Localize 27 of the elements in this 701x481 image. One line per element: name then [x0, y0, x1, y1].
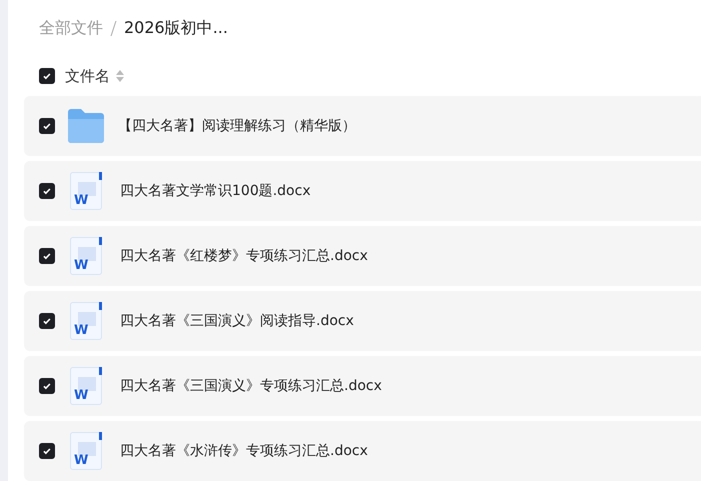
file-name[interactable]: 四大名著《三国演义》阅读指导.docx — [120, 312, 354, 330]
word-document-icon: W — [70, 367, 102, 405]
file-row[interactable]: W 四大名著《三国演义》阅读指导.docx — [24, 291, 701, 351]
file-row[interactable]: W 四大名著《三国演义》专项练习汇总.docx — [24, 356, 701, 416]
word-document-icon: W — [70, 172, 102, 210]
breadcrumb-item: 2026版初中... — [124, 18, 228, 38]
select-all-checkbox[interactable] — [39, 68, 55, 84]
checkbox[interactable] — [39, 183, 55, 199]
word-document-icon: W — [70, 302, 102, 340]
file-name[interactable]: 【四大名著】阅读理解练习（精华版） — [118, 117, 356, 135]
checkbox[interactable] — [39, 248, 55, 264]
folder-icon — [68, 109, 104, 143]
word-document-icon: W — [70, 237, 102, 275]
file-row[interactable]: 【四大名著】阅读理解练习（精华版） — [24, 96, 701, 156]
checkbox[interactable] — [39, 313, 55, 329]
word-document-icon: W — [70, 432, 102, 470]
file-name[interactable]: 四大名著《三国演义》专项练习汇总.docx — [120, 377, 382, 395]
column-header[interactable]: 文件名 — [65, 66, 110, 86]
checkbox[interactable] — [39, 378, 55, 394]
file-row[interactable]: W 四大名著文学常识100题.docx — [24, 161, 701, 221]
checkbox[interactable] — [39, 118, 55, 134]
file-name[interactable]: 四大名著《红楼梦》专项练习汇总.docx — [120, 247, 368, 265]
file-name[interactable]: 四大名著《水浒传》专项练习汇总.docx — [120, 442, 368, 460]
file-row[interactable]: W 四大名著《水浒传》专项练习汇总.docx — [24, 421, 701, 481]
file-name[interactable]: 四大名著文学常识100题.docx — [120, 182, 311, 200]
file-row[interactable]: W 四大名著《红楼梦》专项练习汇总.docx — [24, 226, 701, 286]
checkbox[interactable] — [39, 443, 55, 459]
